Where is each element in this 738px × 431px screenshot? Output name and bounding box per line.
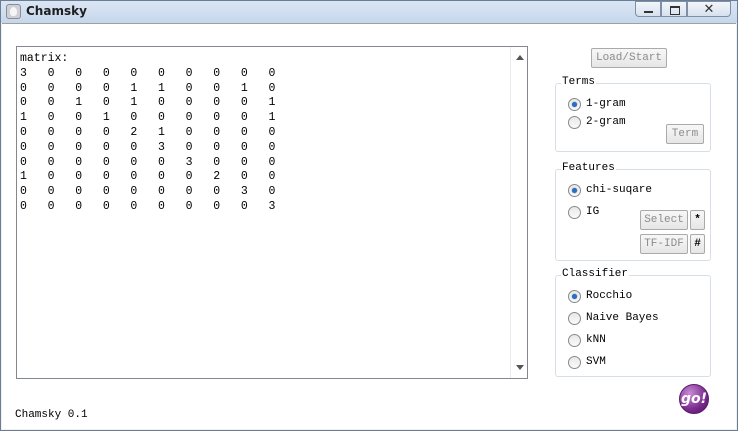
maximize-button[interactable] (661, 1, 687, 17)
select-button[interactable]: Select (640, 210, 688, 230)
radio-label: Rocchio (586, 290, 633, 302)
radio-label: Naive Bayes (586, 312, 659, 324)
radio-1-gram[interactable]: 1-gram (568, 97, 626, 111)
term-button[interactable]: Term (666, 124, 704, 144)
load-start-button[interactable]: Load/Start (591, 48, 667, 68)
close-icon: ✕ (703, 1, 715, 16)
radio-ig[interactable]: IG (568, 205, 599, 219)
radio-chi-square[interactable]: chi-suqare (568, 183, 652, 197)
terms-group-label: Terms (561, 76, 597, 88)
window-controls: ✕ (635, 1, 731, 17)
classifier-group: Classifier Rocchio Naive Bayes kNN SVM (555, 268, 711, 377)
title-bar: Chamsky ✕ (1, 1, 737, 23)
radio-checked-icon[interactable] (568, 97, 581, 111)
radio-knn[interactable]: kNN (568, 333, 606, 347)
radio-label: chi-suqare (586, 184, 653, 196)
star-button[interactable]: * (690, 210, 705, 230)
go-button[interactable]: go! (679, 384, 709, 414)
radio-unchecked-icon[interactable] (568, 205, 581, 219)
matrix-output-textarea[interactable]: matrix: 3 0 0 0 0 0 0 0 0 0 0 0 0 0 1 1 … (16, 46, 528, 379)
radio-unchecked-icon[interactable] (568, 333, 581, 347)
radio-2-gram[interactable]: 2-gram (568, 115, 626, 129)
radio-unchecked-icon[interactable] (568, 355, 581, 369)
radio-unchecked-icon[interactable] (568, 311, 581, 325)
radio-unchecked-icon[interactable] (568, 115, 581, 129)
tfidf-button[interactable]: TF-IDF (640, 234, 688, 254)
radio-label: SVM (586, 356, 606, 368)
features-group: Features chi-suqare IG Select * TF-IDF # (555, 162, 711, 261)
minimize-button[interactable] (635, 1, 661, 17)
status-text: Chamsky 0.1 (15, 409, 88, 421)
radio-rocchio[interactable]: Rocchio (568, 289, 632, 303)
arrow-up-icon[interactable] (516, 55, 524, 60)
radio-svm[interactable]: SVM (568, 355, 606, 369)
radio-naive-bayes[interactable]: Naive Bayes (568, 311, 659, 325)
radio-label: kNN (586, 334, 606, 346)
features-group-label: Features (561, 162, 616, 174)
arrow-down-icon[interactable] (516, 365, 524, 370)
radio-checked-icon[interactable] (568, 183, 581, 197)
app-window: Chamsky ✕ matrix: 3 0 0 0 0 0 0 0 0 0 0 … (0, 0, 738, 431)
radio-label: 1-gram (586, 98, 626, 110)
radio-checked-icon[interactable] (568, 289, 581, 303)
window-title: Chamsky (26, 4, 87, 18)
matrix-text: matrix: 3 0 0 0 0 0 0 0 0 0 0 0 0 0 1 1 … (20, 52, 276, 213)
terms-group: Terms 1-gram 2-gram Term (555, 76, 711, 152)
radio-label: 2-gram (586, 116, 626, 128)
app-icon (6, 4, 21, 19)
client-area: matrix: 3 0 0 0 0 0 0 0 0 0 0 0 0 0 1 1 … (2, 23, 736, 429)
vertical-scrollbar[interactable] (510, 47, 527, 378)
classifier-group-label: Classifier (561, 268, 630, 280)
radio-label: IG (586, 206, 600, 218)
close-button[interactable]: ✕ (687, 1, 731, 17)
hash-button[interactable]: # (690, 234, 705, 254)
